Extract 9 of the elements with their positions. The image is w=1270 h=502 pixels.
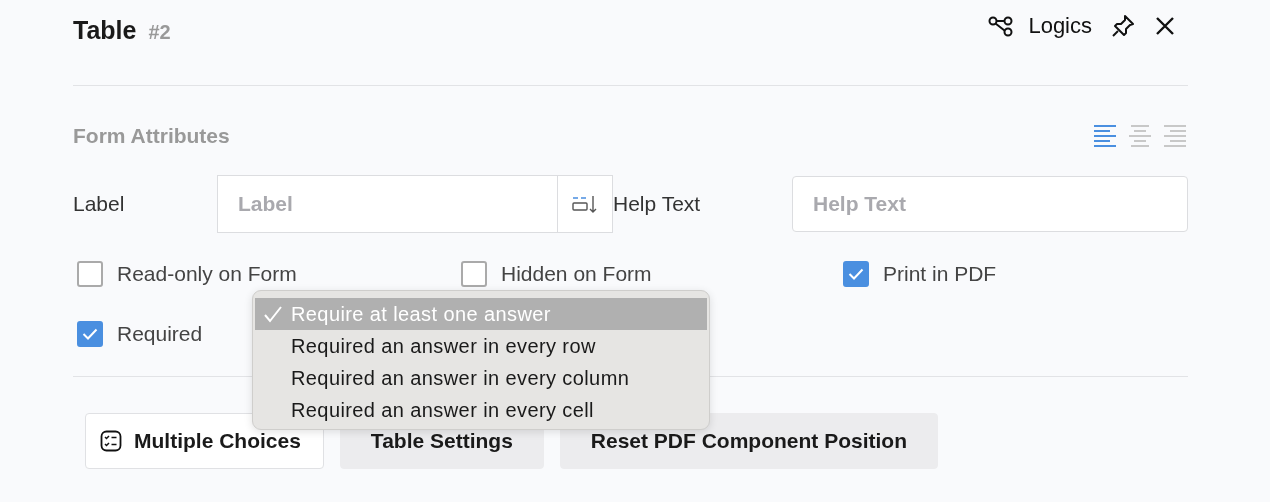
- field-label: Label: [73, 192, 126, 216]
- panel-title: Table: [73, 15, 137, 45]
- field-label: Help Text: [613, 192, 702, 216]
- section-title: Form Attributes: [73, 124, 230, 148]
- checkbox-label: Required: [117, 322, 203, 346]
- checkbox-label: Print in PDF: [883, 262, 997, 286]
- checkbox-label: Hidden on Form: [501, 262, 652, 286]
- checkbox-label: Read-only on Form: [117, 262, 297, 286]
- component-number: #2: [148, 20, 171, 44]
